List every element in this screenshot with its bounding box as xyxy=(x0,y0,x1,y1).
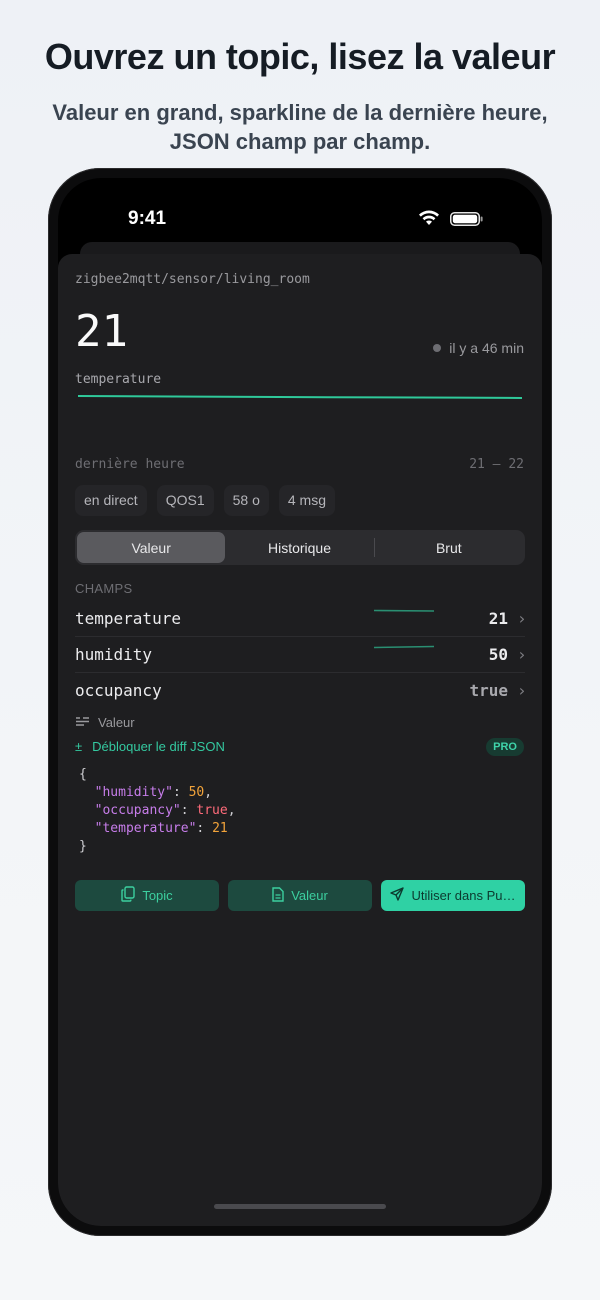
use-in-publish-label: Utiliser dans Pu… xyxy=(411,888,516,903)
meta-chips: en direct QOS1 58 o 4 msg xyxy=(75,485,335,516)
chevron-right-icon: › xyxy=(517,680,527,700)
field-mini-sparkline xyxy=(374,645,434,649)
fields-section-title: CHAMPS xyxy=(75,581,133,596)
chip-message-count: 4 msg xyxy=(278,485,335,516)
field-row-temperature[interactable]: temperature 21 › xyxy=(75,600,527,636)
json-comma: , xyxy=(227,803,236,818)
copy-topic-button[interactable]: Topic xyxy=(75,880,219,911)
big-value: 21 xyxy=(75,306,128,357)
send-icon xyxy=(390,887,405,904)
chevron-right-icon: › xyxy=(517,644,527,664)
json-separator: : xyxy=(180,803,197,818)
json-section-label-text: Valeur xyxy=(98,715,135,730)
document-icon xyxy=(272,886,284,905)
json-key: "occupancy" xyxy=(94,803,181,818)
phone-screen: 9:41 zigbee2mqtt/sensor/living_room 21 i… xyxy=(58,178,542,1226)
tab-brut[interactable]: Brut xyxy=(375,532,523,563)
field-value: 50 xyxy=(488,644,508,664)
window-label: dernière heure xyxy=(75,457,185,472)
selected-field-name: temperature xyxy=(75,372,162,387)
json-comma: , xyxy=(204,785,213,800)
field-value: 21 xyxy=(488,608,508,628)
field-name: humidity xyxy=(75,644,153,664)
json-separator: : xyxy=(196,821,213,836)
copy-value-label: Valeur xyxy=(291,888,328,903)
field-name: temperature xyxy=(75,608,181,628)
use-in-publish-button[interactable]: Utiliser dans Pu… xyxy=(381,880,525,911)
field-row-occupancy[interactable]: occupancy true › xyxy=(75,672,527,708)
value-range: 21 — 22 xyxy=(469,457,524,472)
home-indicator[interactable] xyxy=(214,1204,386,1209)
tab-historique[interactable]: Historique xyxy=(225,532,373,563)
copy-value-button[interactable]: Valeur xyxy=(228,880,372,911)
json-line: "temperature": 21 xyxy=(79,820,236,838)
marketing-subheadline: Valeur en grand, sparkline de la dernièr… xyxy=(52,100,548,154)
last-update: il y a 46 min xyxy=(433,340,524,356)
chip-live: en direct xyxy=(75,485,147,516)
field-value: true xyxy=(469,680,508,700)
unlock-json-diff[interactable]: ± Débloquer le diff JSON xyxy=(75,739,225,754)
view-tabs: Valeur Historique Brut xyxy=(75,530,525,565)
json-viewer: { "humidity": 50, "occupancy": true, "te… xyxy=(79,766,236,856)
field-row-humidity[interactable]: humidity 50 › xyxy=(75,636,527,672)
wifi-icon xyxy=(418,210,440,231)
json-value: 50 xyxy=(188,785,205,800)
json-line: "humidity": 50, xyxy=(79,784,236,802)
unlock-json-diff-text: Débloquer le diff JSON xyxy=(92,739,225,754)
json-value: true xyxy=(196,803,228,818)
copy-topic-label: Topic xyxy=(142,888,173,903)
pro-badge: PRO xyxy=(486,738,524,756)
topic-path[interactable]: zigbee2mqtt/sensor/living_room xyxy=(75,272,310,287)
status-dot-icon xyxy=(433,344,442,352)
json-value: 21 xyxy=(212,821,228,836)
chip-size: 58 o xyxy=(223,485,269,516)
json-key: "temperature" xyxy=(94,821,197,836)
chip-qos: QOS1 xyxy=(156,485,214,516)
chevron-right-icon: › xyxy=(517,608,527,628)
json-brace-close: } xyxy=(79,839,87,854)
text-lines-icon xyxy=(75,715,90,730)
topic-sheet: zigbee2mqtt/sensor/living_room 21 il y a… xyxy=(58,254,542,1226)
battery-icon xyxy=(450,212,484,231)
tab-valeur[interactable]: Valeur xyxy=(77,532,226,563)
marketing-headline: Ouvrez un topic, lisez la valeur xyxy=(44,36,556,77)
phone-frame: 9:41 zigbee2mqtt/sensor/living_room 21 i… xyxy=(48,168,552,1236)
json-key: "humidity" xyxy=(94,785,173,800)
json-section-label: Valeur xyxy=(75,715,135,730)
json-brace-open: { xyxy=(79,767,87,782)
json-separator: : xyxy=(172,785,189,800)
last-update-text: il y a 46 min xyxy=(449,340,524,356)
copy-icon xyxy=(121,886,136,905)
field-mini-sparkline xyxy=(374,609,434,612)
field-name: occupancy xyxy=(75,680,162,700)
json-line: "occupancy": true, xyxy=(79,802,236,820)
status-time: 9:41 xyxy=(128,208,167,229)
plus-minus-icon: ± xyxy=(75,739,83,754)
sparkline xyxy=(78,395,522,399)
